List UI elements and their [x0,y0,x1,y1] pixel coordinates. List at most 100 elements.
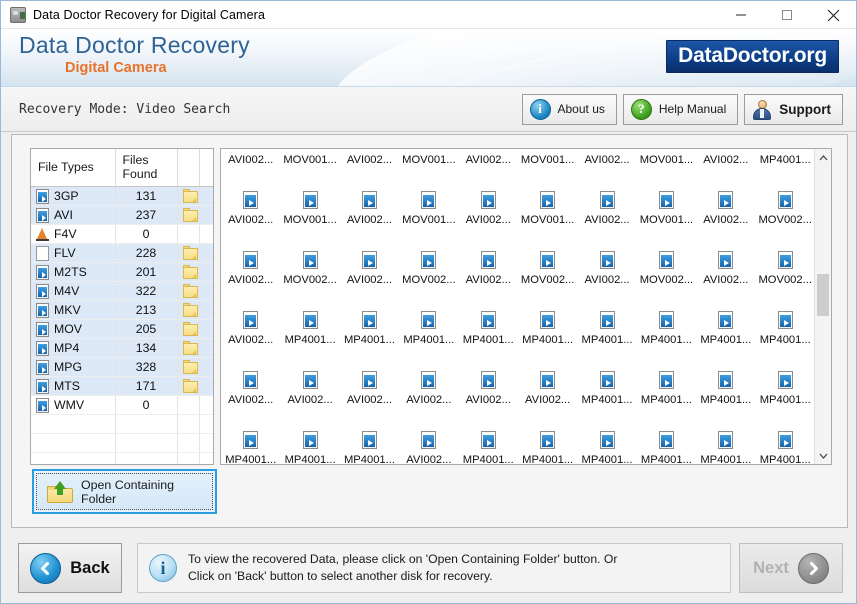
file-grid-item[interactable]: AVI002... [221,177,280,237]
file-type-row[interactable]: MOV 205 [31,319,213,339]
folder-cell[interactable] [177,338,200,358]
folder-cell[interactable] [177,262,200,282]
file-grid-item[interactable]: AVI002... [577,237,636,297]
folder-cell[interactable] [177,395,200,415]
file-grid-item[interactable]: MP4001... [637,297,696,357]
column-header-folder[interactable] [177,149,200,187]
file-type-row[interactable]: FLV 228 [31,243,213,263]
folder-cell[interactable] [177,243,200,263]
file-grid-item[interactable]: MOV002... [756,177,815,237]
file-type-row[interactable]: MP4 134 [31,338,213,358]
file-type-row[interactable]: MPG 328 [31,357,213,377]
folder-cell[interactable] [177,281,200,301]
file-type-row[interactable]: MKV 213 [31,300,213,320]
folder-icon[interactable] [182,360,198,374]
file-grid-item[interactable]: MOV001... [399,149,458,177]
file-grid-item[interactable]: MOV002... [399,237,458,297]
scroll-down-arrow-icon[interactable] [815,447,831,464]
file-grid-item[interactable]: MP4001... [577,357,636,417]
file-type-row[interactable]: M4V 322 [31,281,213,301]
recovered-files-grid[interactable]: AVI002... MOV001... AVI002... MOV001... AVI0… [220,148,832,465]
folder-icon[interactable] [182,189,198,203]
file-grid-item[interactable]: MOV001... [637,177,696,237]
help-manual-button[interactable]: ? Help Manual [622,93,739,125]
file-grid-item[interactable]: MP4001... [637,417,696,464]
file-grid-item[interactable]: MOV001... [280,177,339,237]
folder-cell[interactable] [177,186,200,206]
file-grid-item[interactable]: AVI002... [459,149,518,177]
folder-icon[interactable] [182,303,198,317]
file-grid-item[interactable]: AVI002... [340,177,399,237]
folder-icon[interactable] [182,284,198,298]
file-grid-item[interactable]: AVI002... [577,177,636,237]
file-grid-item[interactable]: MOV001... [518,149,577,177]
grid-vertical-scrollbar[interactable] [814,149,831,464]
file-grid-item[interactable]: AVI002... [221,237,280,297]
file-type-row[interactable]: MTS 171 [31,376,213,396]
file-grid-item[interactable]: AVI002... [280,357,339,417]
file-grid-item[interactable]: MOV002... [518,237,577,297]
file-grid-item[interactable]: AVI002... [340,149,399,177]
file-grid-item[interactable]: MOV002... [637,237,696,297]
folder-icon[interactable] [182,341,198,355]
file-grid-item[interactable]: MP4001... [459,417,518,464]
file-grid-item[interactable]: MP4001... [756,149,815,177]
file-grid-item[interactable]: MP4001... [637,357,696,417]
folder-icon[interactable] [182,322,198,336]
file-grid-item[interactable]: MP4001... [459,297,518,357]
folder-cell[interactable] [177,376,200,396]
file-grid-item[interactable]: MP4001... [756,417,815,464]
file-grid-item[interactable]: MP4001... [518,417,577,464]
file-grid-item[interactable]: MOV001... [518,177,577,237]
file-grid-item[interactable]: AVI002... [221,149,280,177]
support-button[interactable]: Support [744,93,843,125]
file-grid-item[interactable]: MOV002... [756,237,815,297]
datadoctor-logo[interactable]: DataDoctor.org [666,40,839,73]
file-grid-item[interactable]: AVI002... [459,237,518,297]
file-grid-item[interactable]: AVI002... [221,297,280,357]
file-grid-item[interactable]: MOV002... [280,237,339,297]
file-grid-item[interactable]: MP4001... [518,297,577,357]
file-grid-item[interactable]: AVI002... [399,417,458,464]
file-grid-item[interactable]: AVI002... [399,357,458,417]
file-grid-item[interactable]: MP4001... [696,417,755,464]
folder-icon[interactable] [182,246,198,260]
file-grid-item[interactable]: MP4001... [221,417,280,464]
folder-icon[interactable] [182,379,198,393]
file-grid-item[interactable]: AVI002... [340,357,399,417]
file-grid-item[interactable]: MP4001... [696,297,755,357]
file-grid-item[interactable]: MP4001... [340,417,399,464]
file-grid-item[interactable]: MP4001... [577,297,636,357]
file-type-row[interactable]: WMV 0 [31,395,213,415]
folder-cell[interactable] [177,357,200,377]
folder-cell[interactable] [177,300,200,320]
folder-icon[interactable] [182,265,198,279]
about-us-button[interactable]: i About us [521,93,617,125]
folder-cell[interactable] [177,224,200,244]
minimize-button[interactable] [718,1,764,29]
maximize-button[interactable] [764,1,810,29]
file-type-row[interactable]: AVI 237 [31,205,213,225]
back-button[interactable]: Back [18,543,122,593]
file-grid-item[interactable]: MP4001... [280,297,339,357]
folder-cell[interactable] [177,319,200,339]
file-types-panel[interactable]: File Types Files Found 3GP 131 AVI 237 F4V 0 F… [30,148,214,465]
file-grid-item[interactable]: AVI002... [340,237,399,297]
file-type-row[interactable]: 3GP 131 [31,186,213,206]
file-grid-item[interactable]: AVI002... [696,149,755,177]
file-grid-item[interactable]: AVI002... [221,357,280,417]
folder-icon[interactable] [182,208,198,222]
file-grid-item[interactable]: AVI002... [696,177,755,237]
file-type-row[interactable]: F4V 0 [31,224,213,244]
scrollbar-thumb[interactable] [817,274,829,316]
file-grid-item[interactable]: MP4001... [577,417,636,464]
file-grid-item[interactable]: AVI002... [577,149,636,177]
file-grid-item[interactable]: AVI002... [459,357,518,417]
file-grid-item[interactable]: MOV001... [280,149,339,177]
file-grid-item[interactable]: MP4001... [756,297,815,357]
file-type-row[interactable]: M2TS 201 [31,262,213,282]
file-grid-item[interactable]: MP4001... [399,297,458,357]
file-grid-item[interactable]: MOV001... [399,177,458,237]
next-button[interactable]: Next [739,543,843,593]
file-grid-item[interactable]: AVI002... [459,177,518,237]
